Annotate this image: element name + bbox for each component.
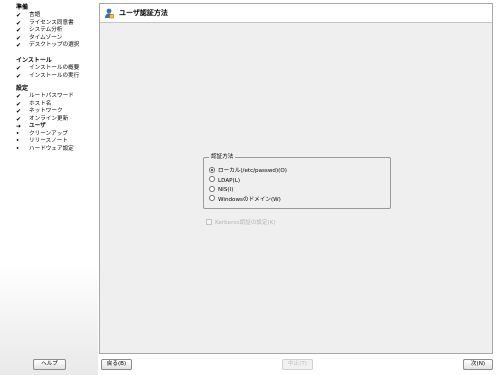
radio-ldap[interactable]: LDAP(L)	[209, 176, 240, 185]
user-settings-icon	[104, 8, 114, 19]
abort-button[interactable]: 中止(T)	[282, 359, 313, 370]
sidebar-item-online-update: ✔ オンライン更新	[0, 116, 98, 124]
sidebar-item-label: システム分析	[29, 27, 63, 33]
sidebar-item-label: デスクトップの選択	[29, 42, 80, 48]
radio-label[interactable]: LDAP(L)	[218, 178, 240, 184]
radio-label[interactable]: NIS(I)	[218, 187, 233, 193]
sidebar-item-install-run: ✔ インストールの実行	[0, 73, 98, 81]
bullet-icon: •	[16, 138, 20, 144]
sidebar-item-system-analysis: ✔ システム分析	[0, 27, 98, 35]
sidebar-item-label: ネットワーク	[29, 108, 63, 114]
sidebar-section-configuration: 設定 ✔ ルートパスワード ✔ ホスト名 ✔ ネットワーク ✔ オンライン更新 ➜ ユーザ…	[0, 85, 98, 153]
check-icon: ✔	[16, 19, 22, 27]
check-icon: ✔	[16, 100, 22, 108]
radio-button-selected[interactable]	[209, 166, 215, 173]
sidebar-section-title: 設定	[16, 85, 29, 92]
sidebar-section-title: インストール	[16, 57, 52, 64]
sidebar-item-language: ✔ 言語	[0, 12, 98, 20]
checkbox-box[interactable]	[206, 218, 212, 225]
main-panel: ユーザ認証方法 認証方法 ローカル(/etc/passwd)(O) LDAP(L…	[99, 3, 493, 354]
sidebar-item-label: ルートパスワード	[29, 93, 74, 99]
radio-button[interactable]	[209, 176, 215, 182]
check-icon: ✔	[16, 34, 22, 42]
next-button[interactable]: 次(N)	[463, 359, 493, 370]
sidebar-item-label: インストールの実行	[29, 72, 80, 79]
sidebar-item-label: ライセンス同意書	[29, 19, 74, 26]
sidebar-item-desktop: ✔ デスクトップの選択	[0, 42, 98, 50]
sidebar-item-timezone: ✔ タイムゾーン	[0, 35, 98, 43]
check-icon: ✔	[16, 115, 22, 123]
sidebar-item-network: ✔ ネットワーク	[0, 108, 98, 116]
auth-method-legend: 認証方法	[209, 153, 236, 161]
sidebar-item-install-summary: ✔ インストールの概要	[0, 65, 98, 73]
page-title: ユーザ認証方法	[119, 9, 168, 17]
sidebar-item-hardware: • ハードウェア設定	[0, 146, 98, 154]
sidebar-item-root-password: ✔ ルートパスワード	[0, 93, 98, 101]
page-header: ユーザ認証方法	[100, 4, 492, 23]
sidebar-item-label: リリースノート	[29, 138, 68, 144]
sidebar-item-license: ✔ ライセンス同意書	[0, 20, 98, 28]
auth-method-group: 認証方法 ローカル(/etc/passwd)(O) LDAP(L) NIS(I)…	[203, 153, 391, 209]
sidebar-item-cleanup: • クリーンアップ	[0, 131, 98, 139]
check-icon: ✔	[16, 12, 22, 19]
check-icon: ✔	[16, 65, 22, 72]
check-icon: ✔	[16, 27, 22, 34]
radio-local[interactable]: ローカル(/etc/passwd)(O)	[209, 166, 287, 175]
arrow-right-icon: ➜	[16, 123, 22, 130]
check-icon: ✔	[16, 72, 22, 80]
radio-label[interactable]: ローカル(/etc/passwd)(O)	[218, 168, 287, 174]
radio-label[interactable]: Windowsのドメイン(W)	[218, 197, 281, 203]
sidebar-item-label: ユーザ	[29, 123, 46, 129]
sidebar-item-label: ハードウェア設定	[29, 145, 74, 152]
radio-button[interactable]	[209, 195, 215, 201]
sidebar-item-hostname: ✔ ホスト名	[0, 101, 98, 109]
sidebar-item-users: ➜ ユーザ	[0, 123, 98, 131]
radio-windows-domain[interactable]: Windowsのドメイン(W)	[209, 195, 281, 204]
install-steps-sidebar: 準備 ✔ 言語 ✔ ライセンス同意書 ✔ システム分析 ✔ タイムゾーン ✔ デスクトップ…	[0, 0, 98, 375]
sidebar-item-label: タイムゾーン	[29, 34, 63, 41]
kerberos-checkbox[interactable]: Kerberos認証の設定(K)	[206, 218, 276, 227]
radio-button[interactable]	[209, 185, 215, 192]
radio-nis[interactable]: NIS(I)	[209, 185, 233, 194]
check-icon: ✔	[16, 108, 22, 115]
sidebar-section-preparation: 準備 ✔ 言語 ✔ ライセンス同意書 ✔ システム分析 ✔ タイムゾーン ✔ デスクトップ…	[0, 4, 98, 50]
bullet-icon: •	[16, 145, 20, 152]
check-icon: ✔	[16, 42, 22, 49]
sidebar-item-label: クリーンアップ	[29, 130, 68, 137]
sidebar-section-title: 準備	[16, 4, 29, 11]
sidebar-item-label: 言語	[29, 12, 41, 18]
kerberos-label: Kerberos認証の設定(K)	[215, 220, 276, 226]
check-icon: ✔	[16, 93, 22, 100]
sidebar-item-label: インストールの概要	[29, 65, 80, 71]
sidebar-item-label: オンライン更新	[29, 115, 69, 122]
sidebar-item-release-notes: • リリースノート	[0, 138, 98, 146]
sidebar-section-installation: インストール ✔ インストールの概要 ✔ インストールの実行	[0, 57, 98, 80]
back-button[interactable]: 戻る(B)	[101, 359, 132, 370]
sidebar-item-label: ホスト名	[29, 100, 52, 107]
help-button[interactable]: ヘルプ	[33, 359, 66, 370]
bullet-icon: •	[16, 130, 20, 137]
